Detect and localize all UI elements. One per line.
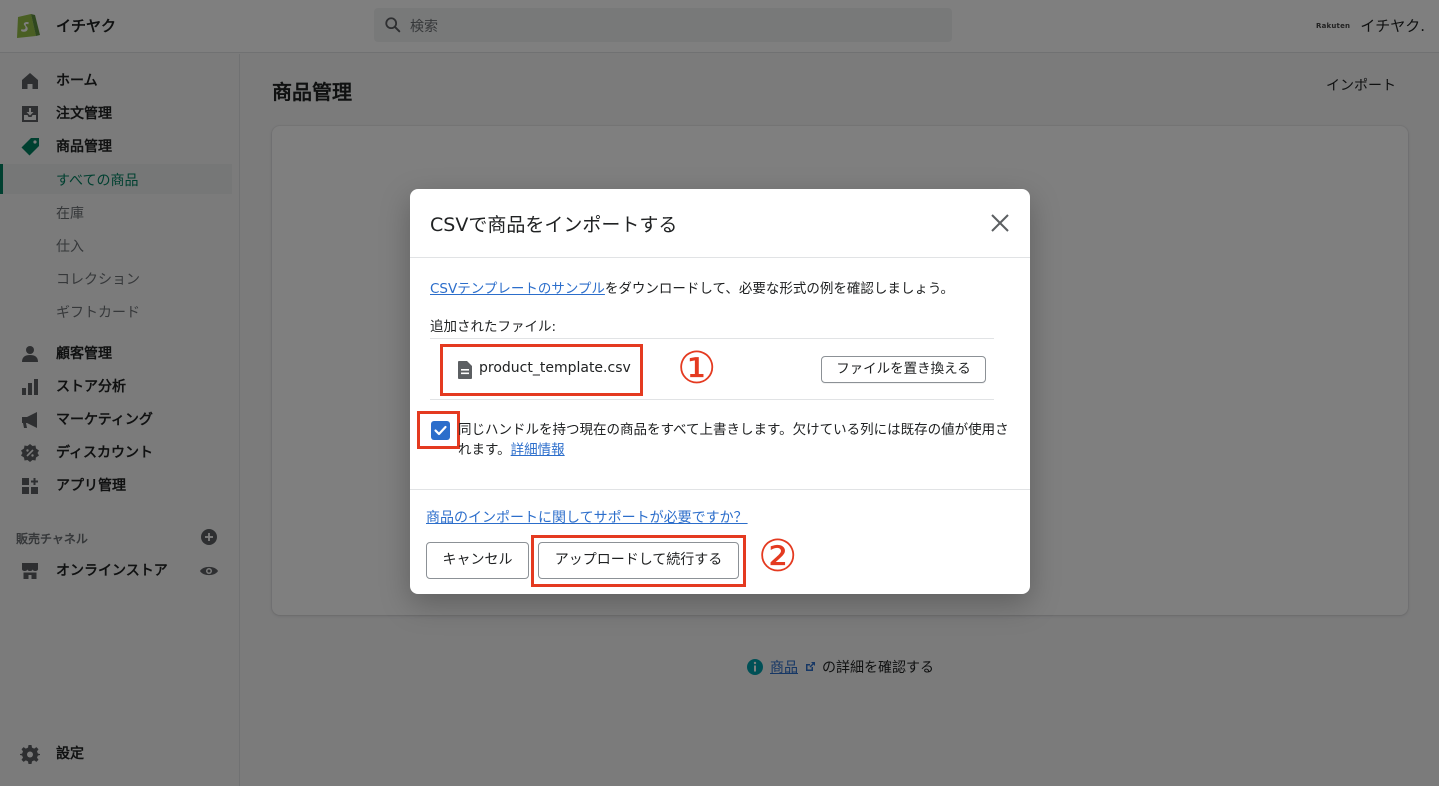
annotation-number-2: ②	[758, 531, 798, 582]
annotation-number-1: ①	[677, 343, 717, 394]
annotation-highlight-checkbox	[417, 411, 460, 449]
added-file-label: 追加されたファイル:	[430, 319, 557, 335]
modal-title: CSVで商品をインポートする	[430, 214, 678, 236]
import-help-link[interactable]: 商品のインポートに関してサポートが必要ですか？	[426, 507, 748, 527]
overwrite-checkbox[interactable]	[431, 421, 450, 440]
import-csv-modal: CSVで商品をインポートする CSVテンプレートのサンプルをダウンロードして、必…	[410, 189, 1030, 594]
close-icon[interactable]	[988, 211, 1012, 235]
file-name: product_template.csv	[479, 360, 631, 376]
details-link[interactable]: 詳細情報	[511, 442, 565, 458]
modal-footer: 商品のインポートに関してサポートが必要ですか？ キャンセル アップロードして続行…	[410, 489, 1030, 594]
file-icon	[458, 361, 472, 379]
uploaded-file-row: product_template.csv ① ファイルを置き換える	[430, 338, 994, 400]
annotation-highlight-upload: アップロードして続行する	[531, 535, 746, 587]
modal-header: CSVで商品をインポートする	[410, 189, 1030, 258]
template-intro-text: をダウンロードして、必要な形式の例を確認しましょう。	[604, 281, 955, 297]
upload-continue-button[interactable]: アップロードして続行する	[538, 542, 739, 579]
annotation-highlight-file: product_template.csv	[440, 344, 643, 396]
checkmark-icon	[434, 425, 447, 436]
cancel-button[interactable]: キャンセル	[426, 542, 529, 579]
csv-template-link[interactable]: CSVテンプレートのサンプル	[430, 281, 605, 297]
overwrite-label: 同じハンドルを持つ現在の商品をすべて上書きします。欠けている列には既存の値が使用…	[458, 420, 1014, 460]
template-intro: CSVテンプレートのサンプルをダウンロードして、必要な形式の例を確認しましょう。	[430, 277, 954, 297]
replace-file-button[interactable]: ファイルを置き換える	[821, 356, 986, 383]
